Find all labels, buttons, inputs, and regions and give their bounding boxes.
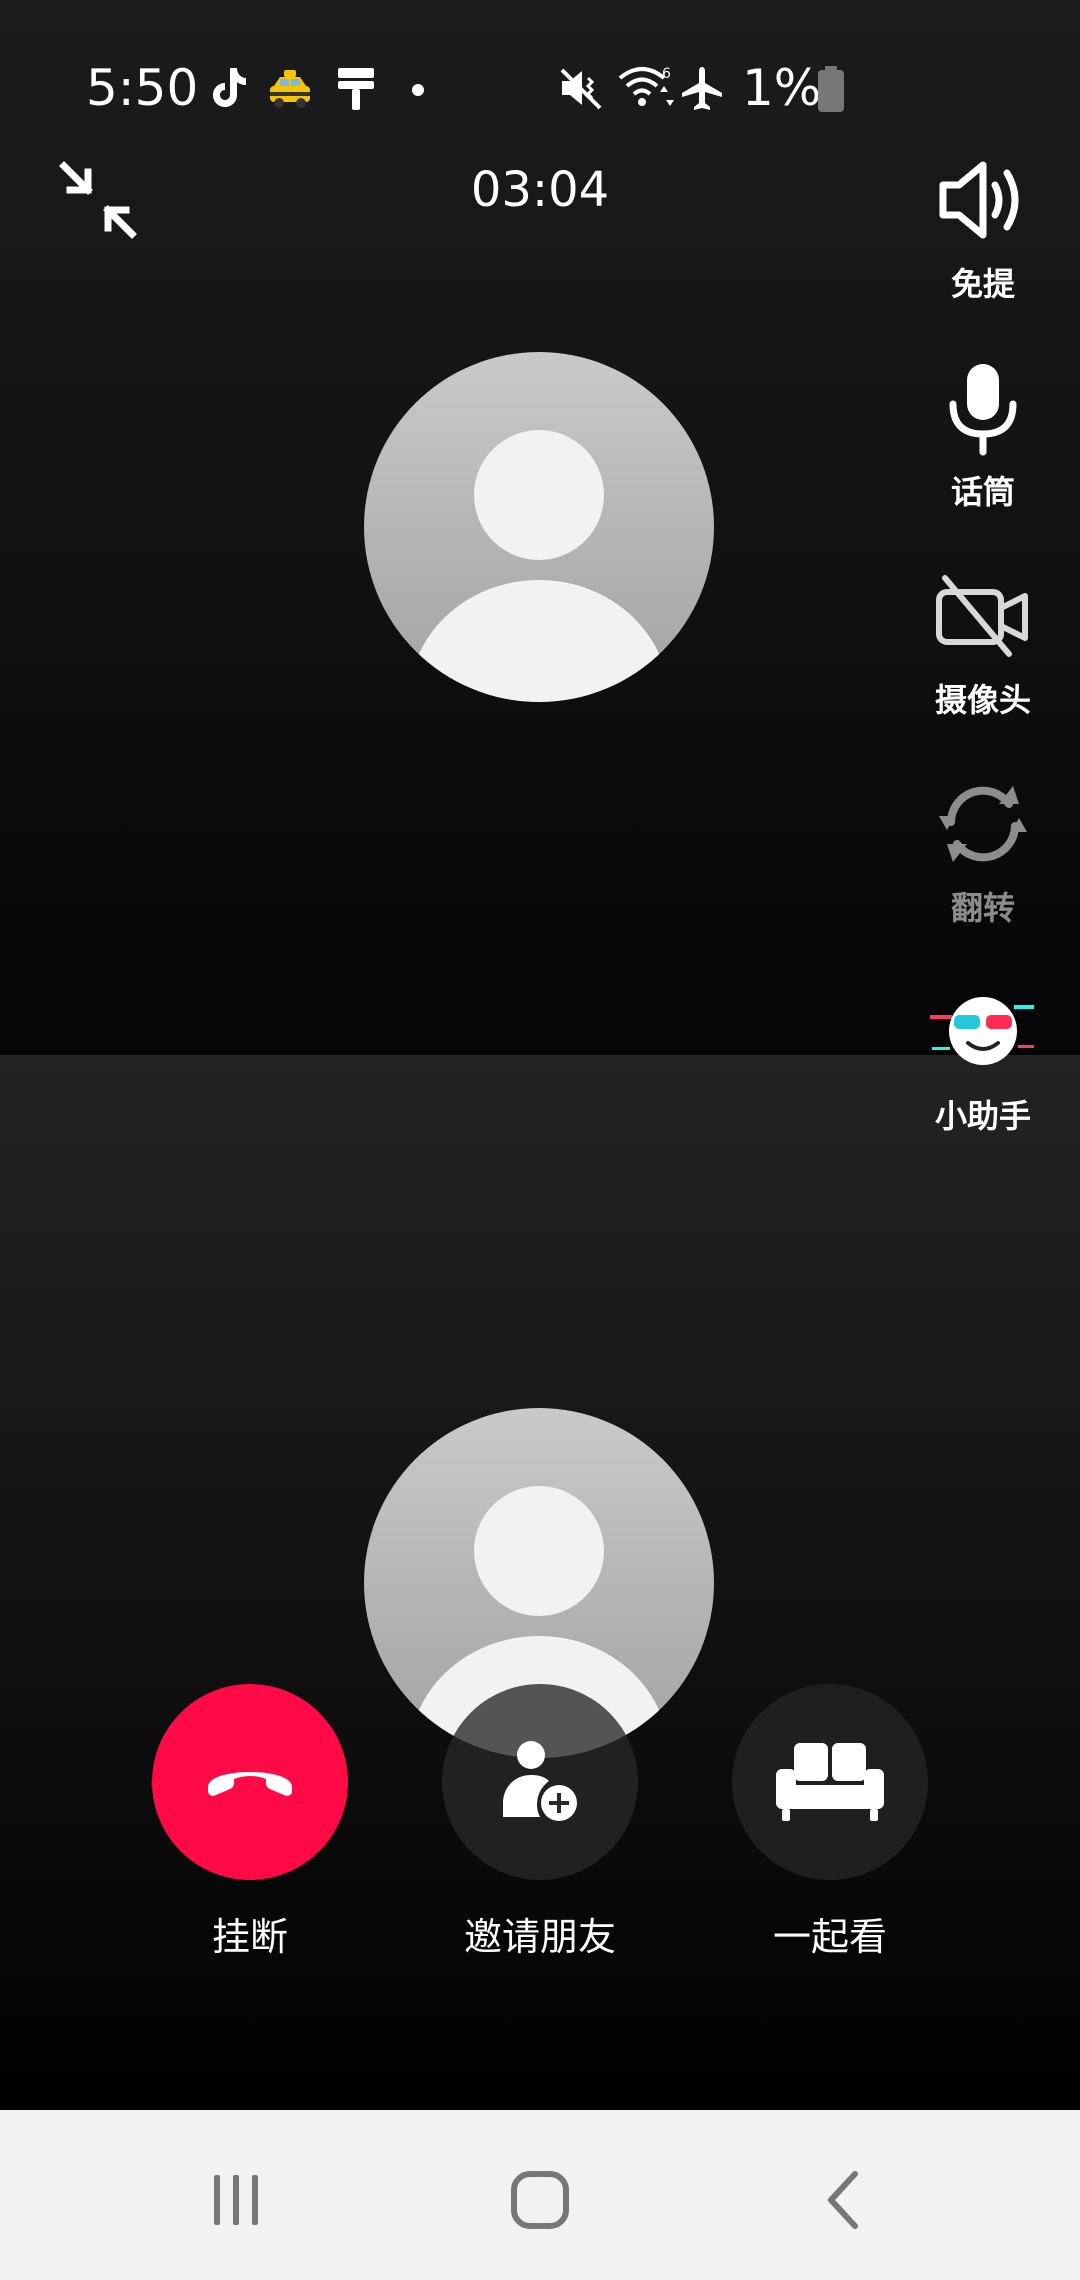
taxi-emoji-icon [270, 70, 310, 108]
video-call-screen: 5:50 6 1% 03:04 免提 话筒 摄像头 翻转 小助手 挂断 邀请朋友… [0, 0, 1080, 2280]
speaker-label: 免提 [950, 265, 1015, 303]
flip-camera-button[interactable]: 翻转 [920, 764, 1046, 928]
battery-low-icon [818, 66, 844, 112]
status-time: 5:50 [86, 59, 199, 117]
assistant-label: 小助手 [934, 1097, 1031, 1135]
speaker-icon [939, 161, 1019, 239]
recent-apps-icon [214, 2175, 258, 2225]
hang-up-label: 挂断 [211, 1915, 288, 1959]
svg-text:6: 6 [662, 66, 671, 82]
microphone-button[interactable]: 话筒 [920, 348, 1046, 512]
camera-label: 摄像头 [934, 681, 1031, 719]
wifi-6-icon: 6 [618, 66, 674, 106]
watch-together-button[interactable] [732, 1684, 928, 1880]
flip-label: 翻转 [950, 889, 1015, 927]
hang-up-button[interactable] [152, 1684, 348, 1880]
home-icon [511, 2171, 569, 2229]
airplane-mode-icon [682, 67, 722, 110]
microphone-label: 话筒 [950, 473, 1015, 511]
home-button[interactable] [490, 2160, 590, 2240]
camera-button[interactable]: 摄像头 [920, 556, 1046, 720]
paint-roller-icon [338, 68, 374, 110]
back-button[interactable] [792, 2160, 892, 2240]
recent-apps-button[interactable] [186, 2160, 286, 2240]
sofa-icon [776, 1743, 884, 1821]
speaker-button[interactable]: 免提 [920, 140, 1046, 304]
call-timer: 03:04 [470, 162, 610, 218]
battery-percent: 1% [742, 59, 822, 117]
dot-icon [412, 84, 424, 96]
camera-off-icon [936, 575, 1028, 657]
add-person-icon [503, 1741, 577, 1821]
invite-friend-button[interactable] [442, 1684, 638, 1880]
assistant-avatar-icon [930, 997, 1034, 1065]
assistant-button[interactable]: 小助手 [920, 972, 1046, 1136]
watch-together-label: 一起看 [772, 1915, 887, 1959]
remote-user-avatar [364, 352, 714, 702]
system-navigation-bar [0, 2110, 1080, 2280]
invite-friend-label: 邀请朋友 [463, 1915, 616, 1959]
back-icon [828, 2171, 858, 2229]
hang-up-phone-icon [208, 1772, 292, 1796]
microphone-icon [949, 364, 1017, 456]
tiktok-icon [213, 68, 246, 107]
mute-vibrate-icon [560, 68, 602, 110]
flip-camera-icon [939, 786, 1027, 862]
